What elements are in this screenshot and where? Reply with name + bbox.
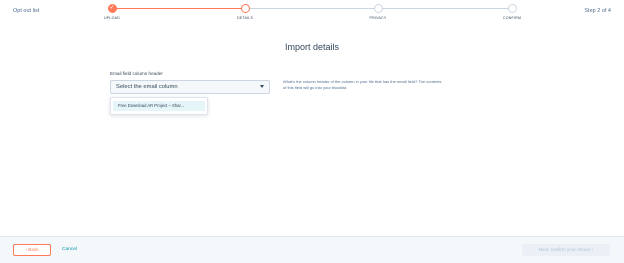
back-button[interactable]: ‹ Back (13, 244, 51, 256)
email-column-select-value: Select the email column (116, 84, 178, 90)
step-dot-privacy (373, 4, 383, 13)
step-privacy: PRIVACY (348, 4, 408, 20)
step-dot-confirm (507, 4, 517, 13)
step-confirm: CONFIRM (482, 4, 542, 20)
step-details: DETAILS (215, 4, 275, 20)
step-label-upload: UPLOAD (104, 16, 120, 20)
step-count: Step 2 of 4 (584, 8, 611, 14)
next-confirm-button[interactable]: Next: confirm your choice › (522, 244, 610, 256)
step-label-details: DETAILS (236, 16, 254, 20)
page-title: Import details (284, 42, 340, 52)
check-icon: ✓ (107, 4, 117, 13)
email-column-select[interactable]: Select the email column (110, 80, 270, 94)
email-column-dropdown: Free Download AR Project – Shar... (110, 97, 208, 115)
footer-bar: ‹ Back Cancel Next: confirm your choice … (0, 236, 624, 263)
import-header: Opt out list ✓ UPLOAD DETAILS PRIVACY CO… (0, 0, 624, 24)
step-label-confirm: CONFIRM (502, 16, 522, 20)
caret-down-icon (260, 85, 264, 88)
dropdown-option[interactable]: Free Download AR Project – Shar... (113, 101, 205, 111)
step-label-privacy: PRIVACY (369, 16, 387, 20)
cancel-link[interactable]: Cancel (62, 247, 77, 252)
step-dot-details (240, 4, 250, 13)
opt-out-list-link[interactable]: Opt out list (13, 8, 39, 14)
help-text: What's the column header of the column i… (283, 79, 442, 90)
step-upload: ✓ UPLOAD (82, 4, 142, 20)
email-column-label: Email field column header (110, 71, 163, 76)
